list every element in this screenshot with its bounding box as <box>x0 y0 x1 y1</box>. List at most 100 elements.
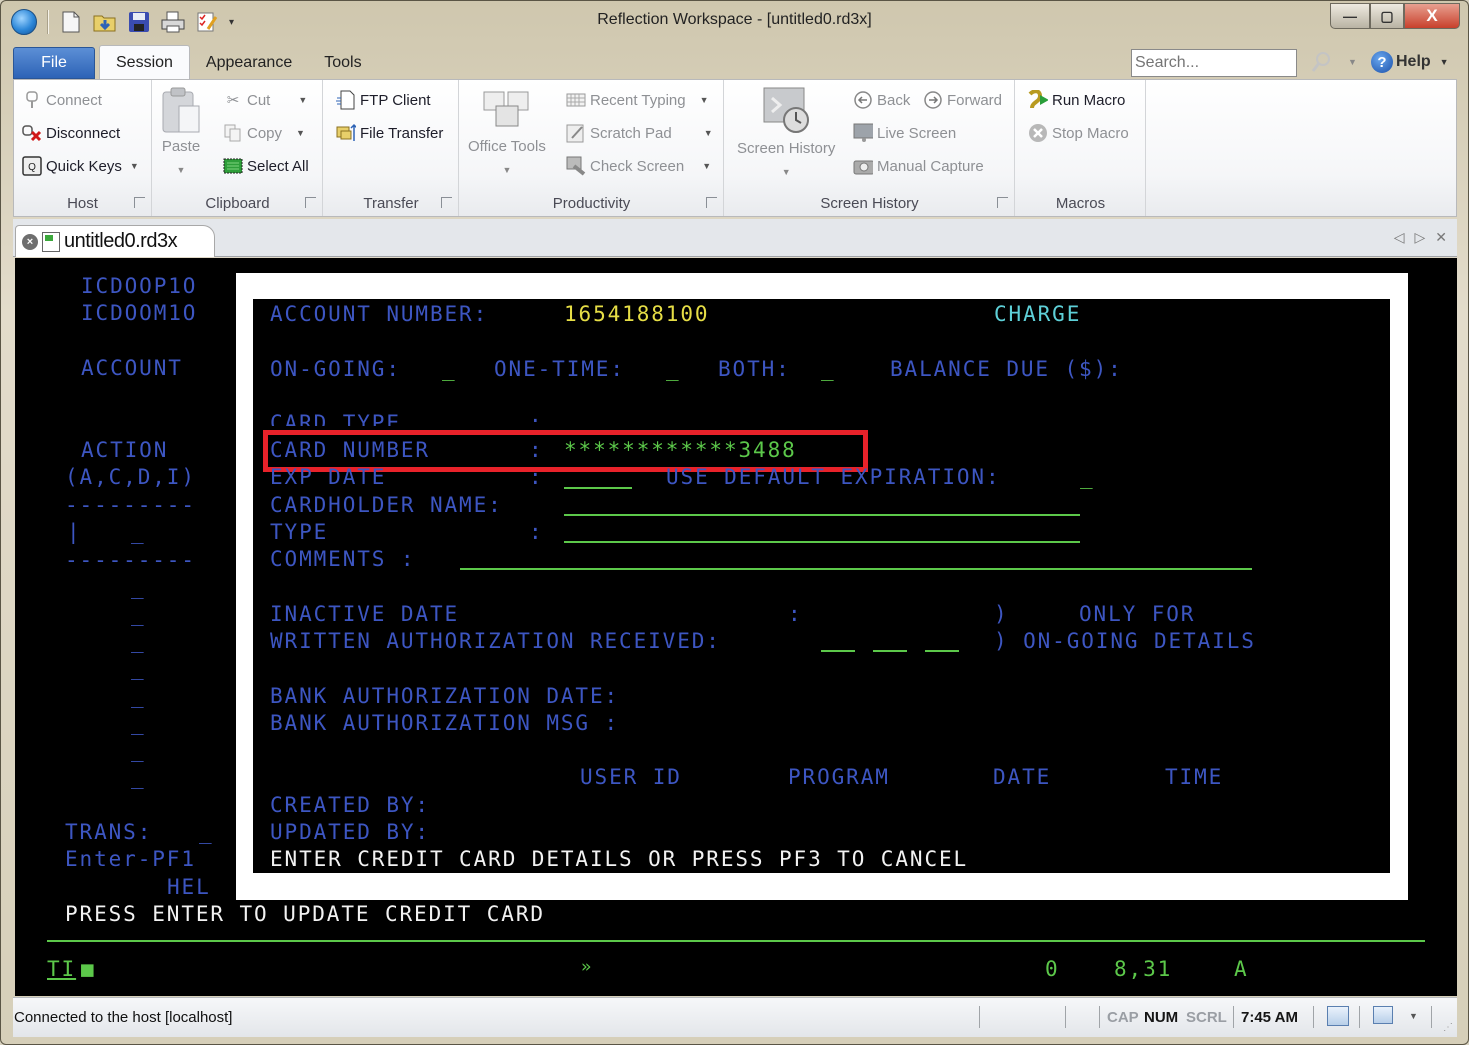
popup-instruction-message: ENTER CREDIT CARD DETAILS OR PRESS PF3 T… <box>270 847 969 871</box>
scroll-tabs-left-icon[interactable]: ◁ <box>1394 229 1405 246</box>
written-authorization-label: WRITTEN AUTHORIZATION RECEIVED: <box>270 629 721 653</box>
action-field[interactable]: _ <box>131 520 146 544</box>
fullscreen-icon[interactable] <box>1327 1006 1349 1026</box>
trans-field[interactable]: _ <box>199 820 214 844</box>
tab-session[interactable]: Session <box>99 45 190 79</box>
copy-label: Copy <box>247 124 283 142</box>
live-screen-icon <box>853 123 873 143</box>
connect-button[interactable]: Connect <box>22 90 102 110</box>
cut-button[interactable]: ✂ Cut ▼ <box>223 90 308 110</box>
search-icon[interactable] <box>1311 51 1331 78</box>
action-field[interactable]: _ <box>131 684 146 708</box>
stop-macro-button[interactable]: Stop Macro <box>1028 123 1129 143</box>
host-dialog-launcher-icon[interactable] <box>134 197 145 208</box>
quick-keys-button[interactable]: Q Quick Keys ▼ <box>22 156 139 176</box>
search-options-dropdown[interactable]: ▼ <box>1348 57 1357 67</box>
paste-button[interactable]: Paste ▼ <box>161 86 201 175</box>
window-layout-icon[interactable] <box>1373 1006 1393 1024</box>
cardholder-name-label: CARDHOLDER NAME: <box>270 493 503 517</box>
back-button[interactable]: Back <box>853 90 910 110</box>
copy-icon <box>223 123 243 143</box>
onetime-label: ONE-TIME: <box>494 357 625 381</box>
close-button[interactable]: X <box>1404 3 1460 29</box>
scratch-pad-button[interactable]: Scratch Pad ▼ <box>566 123 713 143</box>
written-auth-month-field[interactable] <box>821 650 855 652</box>
written-auth-year-field[interactable] <box>925 650 959 652</box>
oia-cursor-block: ■ <box>81 957 96 981</box>
document-tab[interactable]: × untitled0.rd3x <box>15 225 215 257</box>
action-field[interactable]: _ <box>131 629 146 653</box>
action-field[interactable]: _ <box>131 602 146 626</box>
title-bar: ▾ Reflection Workspace - [untitled0.rd3x… <box>1 1 1468 41</box>
quick-keys-icon: Q <box>22 156 42 176</box>
written-auth-day-field[interactable] <box>873 650 907 652</box>
manual-capture-button[interactable]: Manual Capture <box>853 156 984 176</box>
group-macros: Run Macro Stop Macro Macros <box>1016 80 1146 216</box>
search-input[interactable] <box>1131 49 1297 77</box>
clipboard-dialog-launcher-icon[interactable] <box>305 197 316 208</box>
disconnect-icon <box>22 123 42 143</box>
recent-typing-button[interactable]: Recent Typing ▼ <box>566 90 709 110</box>
screen-history-button[interactable]: Screen History ▼ <box>737 86 835 177</box>
action-field[interactable]: _ <box>131 711 146 735</box>
onetime-field[interactable]: _ <box>666 357 681 381</box>
minimize-button[interactable]: — <box>1330 3 1370 29</box>
tab-tools[interactable]: Tools <box>308 47 377 79</box>
ftp-client-button[interactable]: FTP Client <box>336 90 431 110</box>
keyboard-icon <box>566 90 586 110</box>
maximize-button[interactable]: ▢ <box>1370 3 1404 29</box>
help-dropdown-icon: ▼ <box>1439 57 1449 67</box>
screen-history-dialog-launcher-icon[interactable] <box>997 197 1008 208</box>
cardholder-name-field[interactable] <box>564 514 1080 516</box>
action-field[interactable]: _ <box>131 765 146 789</box>
window-layout-dropdown-icon[interactable]: ▼ <box>1409 1011 1418 1021</box>
terminal-screen[interactable]: ICDOOP1O ICDOOM1O ACCOUNT ACTION (A,C,D,… <box>15 258 1457 996</box>
forward-arrow-icon <box>923 90 943 110</box>
scroll-tabs-right-icon[interactable]: ▷ <box>1414 229 1425 246</box>
stop-macro-icon <box>1028 123 1048 143</box>
check-screen-button[interactable]: Check Screen ▼ <box>566 156 711 176</box>
live-screen-label: Live Screen <box>877 124 957 142</box>
transfer-dialog-launcher-icon[interactable] <box>441 197 452 208</box>
help-button[interactable]: ? Help ▼ <box>1371 51 1449 73</box>
forward-button[interactable]: Forward <box>923 90 1002 110</box>
paste-icon <box>162 87 200 133</box>
action-field[interactable]: _ <box>131 656 146 680</box>
ftp-client-icon <box>336 90 356 110</box>
tab-file[interactable]: File <box>13 47 95 79</box>
dash-separator: --------- <box>65 493 196 517</box>
select-all-button[interactable]: Select All <box>223 156 309 176</box>
type-field[interactable] <box>564 541 1080 543</box>
action-field[interactable]: _ <box>131 575 146 599</box>
ongoing-field[interactable]: _ <box>442 357 457 381</box>
action-field[interactable]: _ <box>131 738 146 762</box>
help-label: Help <box>1396 53 1431 70</box>
live-screen-button[interactable]: Live Screen <box>853 123 956 143</box>
file-transfer-button[interactable]: File Transfer <box>336 123 443 143</box>
close-tab-icon[interactable]: × <box>22 233 38 250</box>
ongoing-label: ON-GOING: <box>270 357 401 381</box>
copy-button[interactable]: Copy ▼ <box>223 123 305 143</box>
status-divider <box>979 1006 980 1028</box>
productivity-dialog-launcher-icon[interactable] <box>706 197 717 208</box>
disconnect-button[interactable]: Disconnect <box>22 123 120 143</box>
both-field[interactable]: _ <box>821 357 836 381</box>
column-time: TIME <box>1165 765 1224 789</box>
bank-authorization-date-label: BANK AUTHORIZATION DATE: <box>270 684 620 708</box>
close-document-icon[interactable]: ✕ <box>1435 229 1447 246</box>
manual-capture-label: Manual Capture <box>877 157 984 175</box>
both-label: BOTH: <box>718 357 791 381</box>
scratch-pad-label: Scratch Pad <box>590 124 672 142</box>
comments-field[interactable] <box>460 568 1252 570</box>
exp-date-field[interactable] <box>564 487 632 489</box>
oia-insert-arrow: » <box>581 957 594 977</box>
group-productivity: Office Tools ▼ Recent Typing ▼ Scratch P… <box>460 80 724 216</box>
office-tools-button[interactable]: Office Tools ▼ <box>468 88 546 175</box>
use-default-expiration-field[interactable]: _ <box>1080 465 1095 489</box>
stop-macro-label: Stop Macro <box>1052 124 1129 142</box>
account-heading: ACCOUNT <box>81 356 183 380</box>
file-transfer-label: File Transfer <box>360 124 444 142</box>
tab-appearance[interactable]: Appearance <box>190 47 308 79</box>
run-macro-button[interactable]: Run Macro <box>1028 90 1125 110</box>
resize-grip-icon[interactable]: ⋰ <box>1443 1022 1453 1033</box>
